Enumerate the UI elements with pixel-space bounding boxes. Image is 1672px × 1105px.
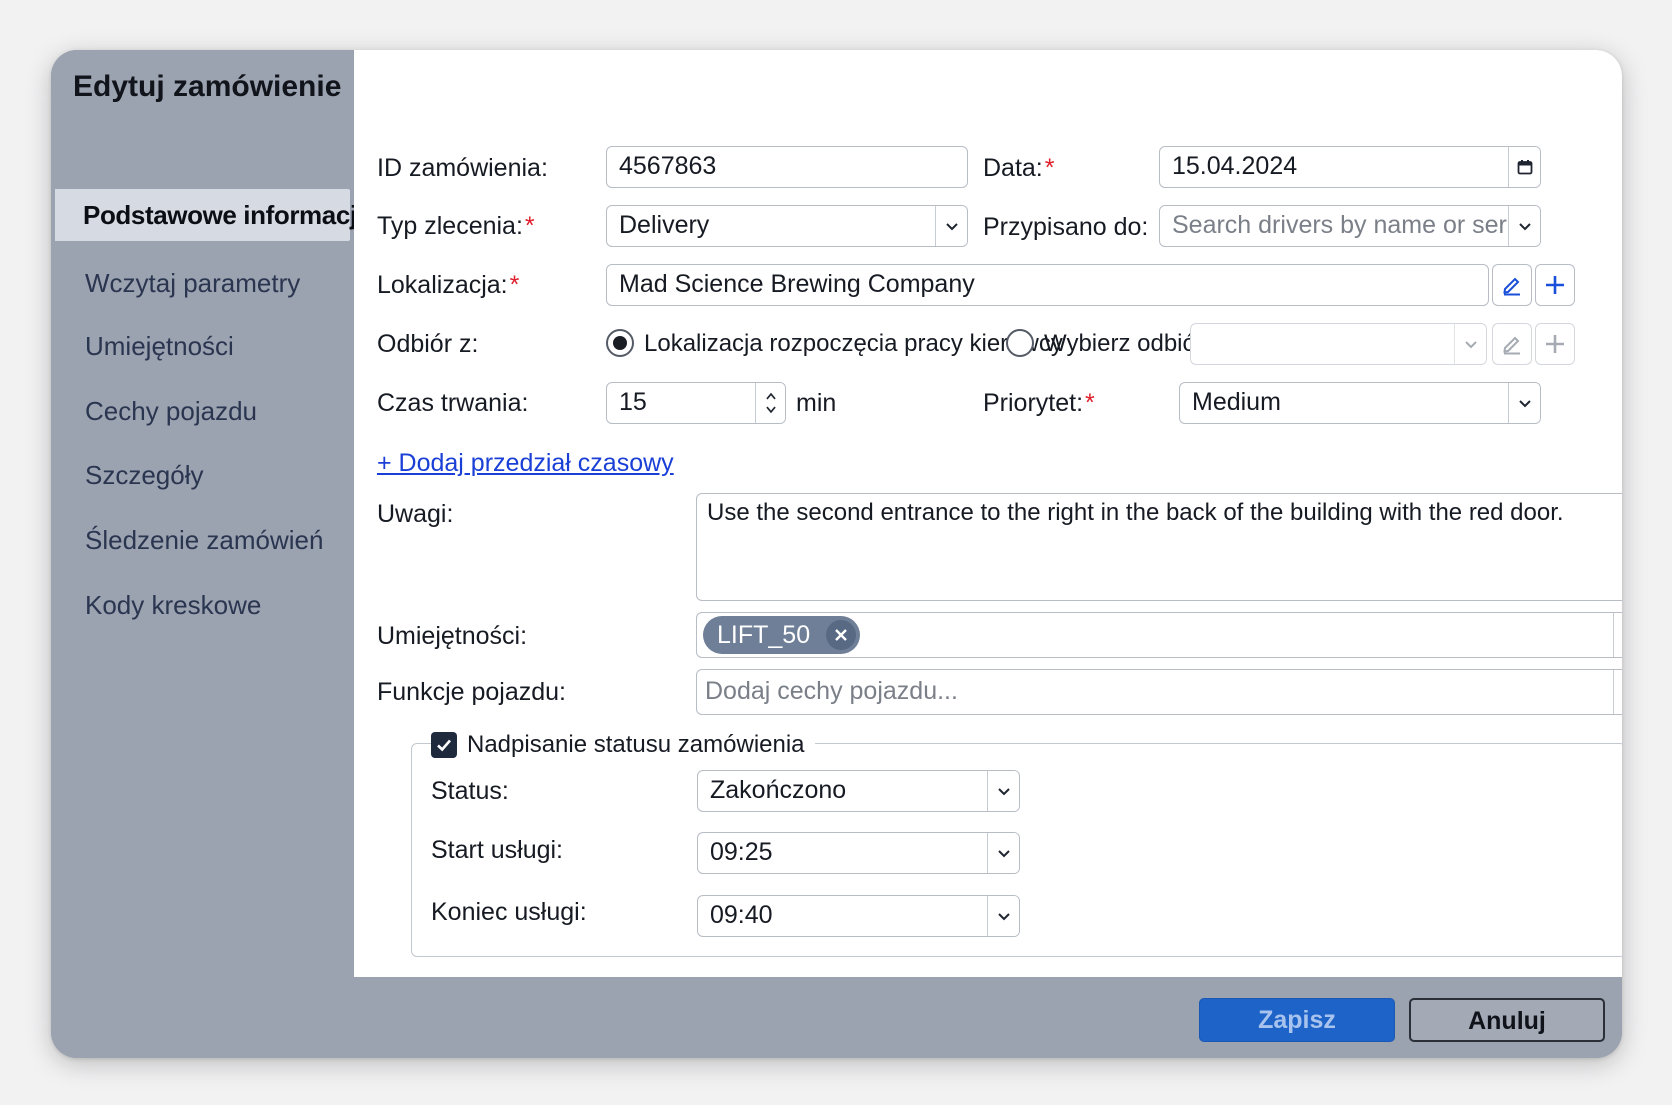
service-start-select[interactable]: 09:25: [697, 832, 1020, 874]
dialog-title: Edytuj zamówienie: [73, 70, 342, 103]
chevron-down-icon: [1508, 206, 1540, 246]
duration-unit: min: [796, 389, 837, 417]
chevron-down-icon: [1454, 324, 1486, 364]
add-time-window-link[interactable]: + Dodaj przedział czasowy: [377, 449, 674, 478]
radio-select-pickup[interactable]: [1006, 329, 1034, 357]
service-start-label: Start usługi:: [431, 836, 564, 864]
status-override-label: Nadpisanie statusu zamówienia: [467, 731, 805, 758]
duration-stepper[interactable]: 15: [606, 382, 786, 424]
edit-location-button[interactable]: [1492, 264, 1532, 306]
status-value: Zakończono: [710, 776, 847, 804]
add-pickup-button[interactable]: [1535, 323, 1575, 365]
chevron-down-icon: [987, 771, 1019, 811]
chevron-down-icon: [987, 896, 1019, 936]
calendar-icon[interactable]: [1508, 147, 1540, 187]
chevron-down-icon: [1613, 670, 1622, 714]
priority-label: Priorytet:*: [983, 389, 1095, 417]
nav-item-skills[interactable]: Umiejętności: [51, 320, 354, 372]
pickup-select[interactable]: [1190, 323, 1487, 365]
skill-chip-label: LIFT_50: [717, 621, 811, 649]
order-type-value: Delivery: [619, 211, 710, 239]
status-override-legend: Nadpisanie statusu zamówienia: [431, 730, 815, 760]
location-input[interactable]: Mad Science Brewing Company: [606, 264, 1489, 306]
service-end-value: 09:40: [710, 901, 773, 929]
chevron-down-icon: [987, 833, 1019, 873]
edit-order-dialog: Edytuj zamówienie Podstawowe informacje …: [51, 50, 1622, 1058]
chevron-down-icon: [935, 206, 967, 246]
pencil-icon: [1503, 277, 1520, 296]
date-value: 15.04.2024: [1172, 152, 1298, 180]
order-id-label: ID zamówienia:: [377, 154, 548, 182]
order-id-input[interactable]: 4567863: [606, 146, 968, 188]
checkmark-icon: [437, 739, 451, 752]
cancel-button[interactable]: Anuluj: [1409, 998, 1605, 1042]
vehicle-features-label: Funkcje pojazdu:: [377, 678, 567, 706]
radio-select-pickup-label: Wybierz odbiór:: [1044, 330, 1211, 357]
pickup-label: Odbiór z:: [377, 330, 479, 358]
location-label: Lokalizacja:*: [377, 271, 520, 299]
priority-value: Medium: [1192, 388, 1281, 416]
pencil-icon: [1503, 336, 1520, 355]
duration-label: Czas trwania:: [377, 389, 529, 417]
chevron-down-icon: [1508, 383, 1540, 423]
notes-label: Uwagi:: [377, 500, 454, 528]
status-label: Status:: [431, 777, 509, 805]
radio-driver-start[interactable]: [606, 329, 634, 357]
nav-item-order-tracking[interactable]: Śledzenie zamówień: [51, 514, 354, 566]
assigned-to-placeholder: Search drivers by name or ser: [1172, 211, 1507, 239]
skills-label: Umiejętności:: [377, 622, 528, 650]
service-start-value: 09:25: [710, 838, 773, 866]
close-icon[interactable]: [826, 620, 856, 650]
nav-item-basic-info[interactable]: Podstawowe informacje: [55, 189, 371, 241]
dialog-title-tab: Edytuj zamówienie: [51, 50, 354, 136]
edit-pickup-button[interactable]: [1492, 323, 1532, 365]
form-panel: ID zamówienia: 4567863 Data:* 15.04.2024…: [354, 50, 1622, 977]
service-end-select[interactable]: 09:40: [697, 895, 1020, 937]
date-input[interactable]: 15.04.2024: [1159, 146, 1541, 188]
plus-icon: [1546, 335, 1564, 353]
status-override-checkbox[interactable]: [431, 732, 457, 758]
order-type-label: Typ zlecenia:*: [377, 212, 535, 240]
plus-icon: [1546, 276, 1564, 294]
notes-textarea[interactable]: Use the second entrance to the right in …: [696, 493, 1622, 601]
priority-select[interactable]: Medium: [1179, 382, 1541, 424]
assigned-to-search[interactable]: Search drivers by name or ser: [1159, 205, 1541, 247]
nav-item-details[interactable]: Szczegóły: [51, 449, 354, 501]
duration-value: 15: [619, 388, 647, 416]
add-location-button[interactable]: [1535, 264, 1575, 306]
vehicle-features-placeholder: Dodaj cechy pojazdu...: [705, 677, 958, 705]
skill-chip: LIFT_50: [703, 616, 860, 654]
nav-item-barcodes[interactable]: Kody kreskowe: [51, 579, 354, 631]
status-select[interactable]: Zakończono: [697, 770, 1020, 812]
vehicle-features-multiselect[interactable]: Dodaj cechy pojazdu...: [696, 669, 1622, 715]
order-type-select[interactable]: Delivery: [606, 205, 968, 247]
date-label: Data:*: [983, 154, 1055, 182]
nav-item-vehicle-features[interactable]: Cechy pojazdu: [51, 385, 354, 437]
save-button[interactable]: Zapisz: [1199, 998, 1395, 1042]
assigned-to-label: Przypisano do:: [983, 213, 1149, 241]
nav-item-load-parameters[interactable]: Wczytaj parametry: [51, 257, 354, 309]
stepper-arrows-icon[interactable]: [755, 383, 785, 423]
radio-driver-start-label: Lokalizacja rozpoczęcia pracy kierowcy: [644, 330, 1063, 357]
chevron-down-icon: [1613, 613, 1622, 657]
service-end-label: Koniec usługi:: [431, 898, 587, 926]
